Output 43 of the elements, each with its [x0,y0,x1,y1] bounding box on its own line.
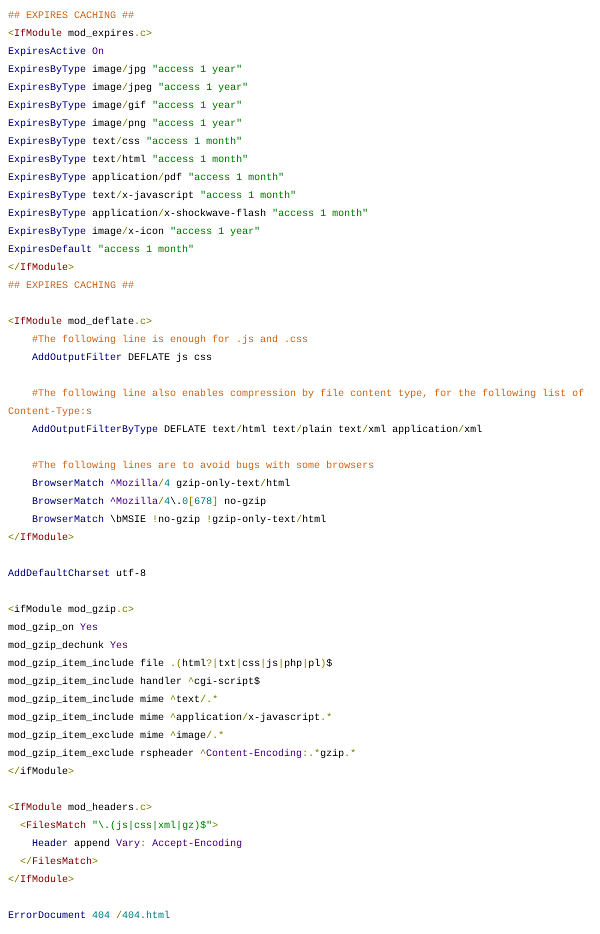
code-line: ExpiresByType text/html "access 1 month" [8,154,248,168]
code-line: BrowserMatch ^Mozilla/4 gzip-only-text/html [31,478,290,492]
code-line: ## EXPIRES CACHING ## [8,280,134,294]
code-line: ExpiresActive On [8,46,104,60]
code-line: </IfModule> [8,532,74,546]
code-line: AddOutputFilterByType DEFLATE text/html text/plain text/xml application/xml [31,424,482,438]
code-line: ExpiresByType image/png "access 1 year" [8,118,242,132]
code-line: ExpiresByType image/gif "access 1 year" [8,100,242,114]
code-line: BrowserMatch \bMSIE !no-gzip !gzip-only-text/html [31,514,326,528]
code-line: ExpiresByType text/x-javascript "access 1 month" [8,190,296,204]
code-line: BrowserMatch ^Mozilla/4\.0[678] no-gzip [31,496,266,510]
code-line: <IfModule mod_expires.c> [8,28,152,42]
code-line: ExpiresByType application/x-shockwave-flash "access 1 month" [8,208,368,222]
code-line: </FilesMatch> [19,856,98,870]
code-line: mod_gzip_on Yes [8,622,98,636]
code-line: ErrorDocument 404 /404.html [8,910,170,924]
code-line: <IfModule mod_headers.c> [8,802,152,816]
code-line: </IfModule> [8,262,74,276]
code-line: AddOutputFilter DEFLATE js css [31,352,212,366]
code-line: mod_gzip_item_include mime ^application/x-javascript.* [8,712,332,726]
code-line: </IfModule> [8,874,74,888]
code-line: ExpiresByType image/jpg "access 1 year" [8,64,242,78]
code-line: #The following lines are to avoid bugs with some browsers [31,460,374,474]
code-line: ExpiresByType image/x-icon "access 1 year" [8,226,260,240]
code-line: <ifModule mod_gzip.c> [8,604,134,618]
code-line: </ifModule> [8,766,74,780]
code-line: ExpiresByType application/pdf "access 1 month" [8,172,284,186]
code-line: <FilesMatch "\.(js|css|xml|gz)$"> [19,820,218,834]
code-line: mod_gzip_item_include file .(html?|txt|css|js|php|pl)$ [8,658,332,672]
code-line: ## EXPIRES CACHING ## [8,10,134,24]
code-line: #The following line is enough for .js and .css [31,334,308,348]
code-line: ExpiresDefault "access 1 month" [8,244,194,258]
code-line: mod_gzip_item_exclude mime ^image/.* [8,730,224,744]
code-line: mod_gzip_item_include mime ^text/.* [8,694,218,708]
code-line: <IfModule mod_deflate.c> [8,316,152,330]
code-line: #The following line also enables compression by file content type, for the following list of Content-Type:s [8,388,586,420]
code-line: mod_gzip_dechunk Yes [8,640,128,654]
code-line: ExpiresByType text/css "access 1 month" [8,136,242,150]
code-line: mod_gzip_item_include handler ^cgi-script$ [8,676,260,690]
code-line: ExpiresByType image/jpeg "access 1 year" [8,82,248,96]
code-line: mod_gzip_item_exclude rspheader ^Content-Encoding:.*gzip.* [8,748,356,762]
code-line: AddDefaultCharset utf-8 [8,568,146,582]
code-line: Header append Vary: Accept-Encoding [31,838,242,852]
